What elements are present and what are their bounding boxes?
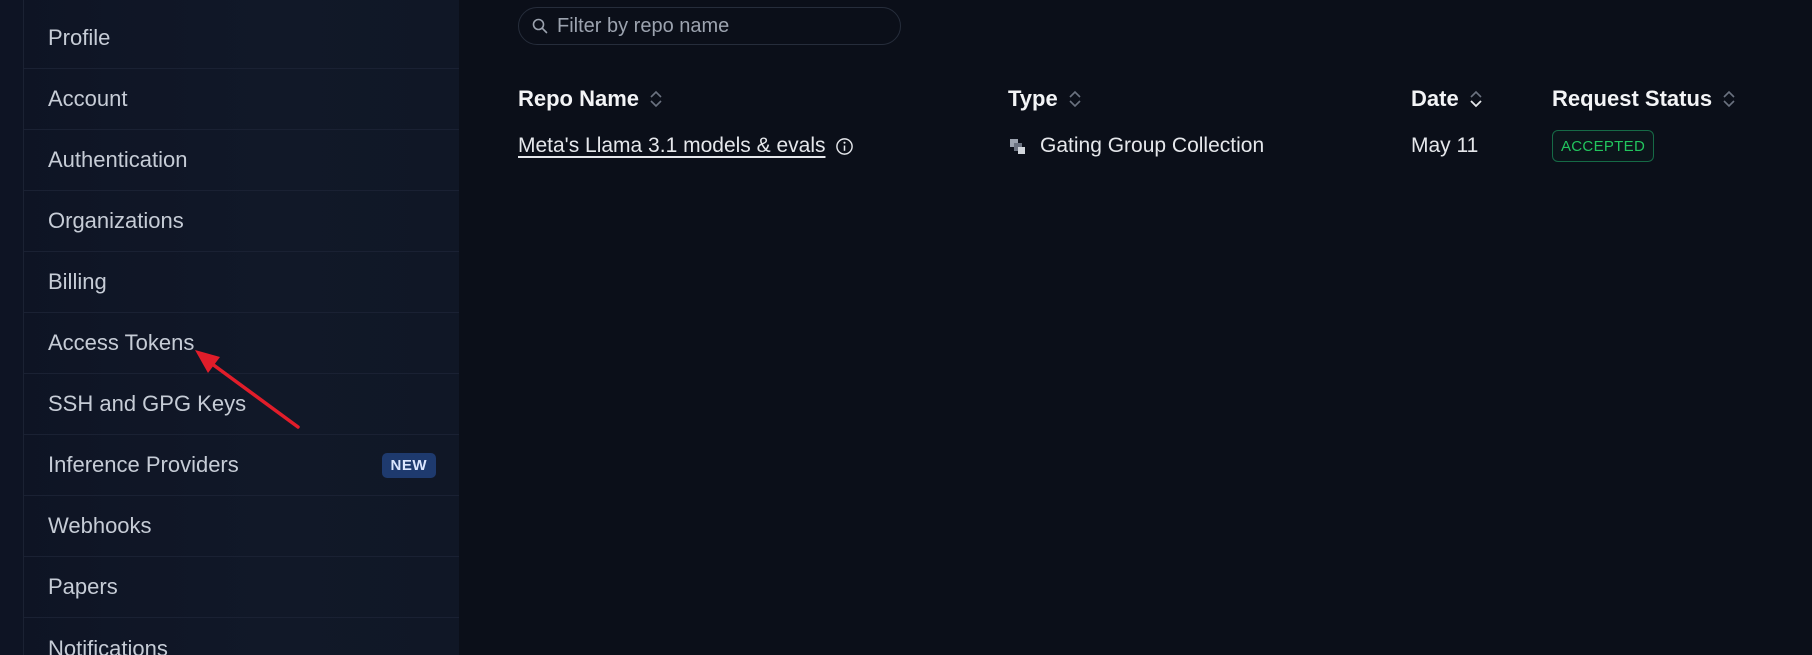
sidebar-item-label: Organizations xyxy=(48,208,184,233)
collection-icon xyxy=(1010,139,1025,154)
search-icon xyxy=(532,18,548,34)
sidebar-item-label: Papers xyxy=(48,574,118,599)
sidebar-item-papers[interactable]: Papers xyxy=(24,557,460,618)
column-header-label: Repo Name xyxy=(518,86,640,111)
sidebar-item-organizations[interactable]: Organizations xyxy=(24,191,460,252)
sidebar-item-account[interactable]: Account xyxy=(24,69,460,130)
column-header-date[interactable]: Date xyxy=(1411,84,1483,114)
table-cell-type: Gating Group Collection xyxy=(1008,131,1264,161)
table-cell-date: May 11 xyxy=(1411,131,1478,161)
table-cell-repo-name: Meta's Llama 3.1 models & evals xyxy=(518,131,854,161)
column-header-repo-name[interactable]: Repo Name xyxy=(518,84,663,114)
status-badge: ACCEPTED xyxy=(1552,130,1655,162)
sidebar-item-label: Notifications xyxy=(48,635,168,655)
main-content: Repo Name Type Date Request Status xyxy=(459,0,1812,655)
settings-page: Profile Account Authentication Organizat… xyxy=(0,0,1812,655)
sort-icon xyxy=(650,90,662,108)
column-header-type[interactable]: Type xyxy=(1008,84,1082,114)
sidebar-item-authentication[interactable]: Authentication xyxy=(24,130,460,191)
sidebar-item-label: Billing xyxy=(48,269,107,294)
column-header-request-status[interactable]: Request Status xyxy=(1552,84,1736,114)
sidebar-item-webhooks[interactable]: Webhooks xyxy=(24,496,460,557)
sidebar-item-label: Inference Providers xyxy=(48,452,239,477)
sidebar-item-label: Profile xyxy=(48,25,111,50)
sort-icon xyxy=(1723,90,1735,108)
new-badge: NEW xyxy=(381,452,436,478)
search-input[interactable] xyxy=(557,14,887,38)
sidebar-item-label: Account xyxy=(48,86,128,111)
repo-filter-search[interactable] xyxy=(518,7,901,45)
sidebar-item-billing[interactable]: Billing xyxy=(24,252,460,313)
info-icon[interactable] xyxy=(835,137,854,156)
sort-icon xyxy=(1069,90,1081,108)
sidebar-item-label: Authentication xyxy=(48,147,188,172)
column-header-label: Date xyxy=(1411,86,1459,111)
repo-type: Gating Group Collection xyxy=(1040,134,1265,157)
column-header-label: Type xyxy=(1008,86,1058,111)
sort-icon xyxy=(1470,90,1482,108)
sidebar-item-profile[interactable]: Profile xyxy=(24,8,460,69)
sidebar-nav: Profile Account Authentication Organizat… xyxy=(23,0,460,655)
column-header-label: Request Status xyxy=(1552,86,1713,111)
repo-link[interactable]: Meta's Llama 3.1 models & evals xyxy=(518,134,825,158)
sidebar-item-inference-providers[interactable]: Inference Providers NEW xyxy=(24,435,460,496)
settings-sidebar: Profile Account Authentication Organizat… xyxy=(0,0,460,655)
sidebar-item-label: Webhooks xyxy=(48,513,152,538)
sidebar-item-notifications[interactable]: Notifications xyxy=(24,618,460,655)
annotation-arrow xyxy=(195,350,300,429)
request-date: May 11 xyxy=(1411,134,1479,157)
